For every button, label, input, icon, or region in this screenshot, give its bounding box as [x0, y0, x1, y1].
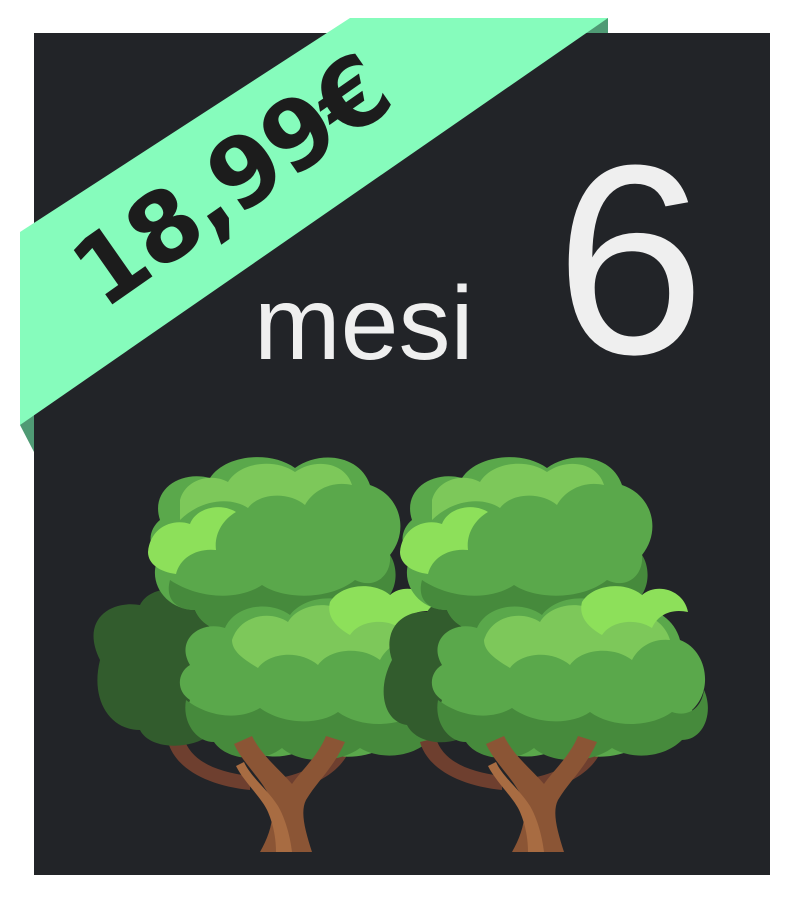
- trees-icon: [93, 457, 708, 852]
- tree-right-icon: [383, 457, 708, 852]
- pricing-tile: 18,99€ mesi 6: [0, 0, 800, 900]
